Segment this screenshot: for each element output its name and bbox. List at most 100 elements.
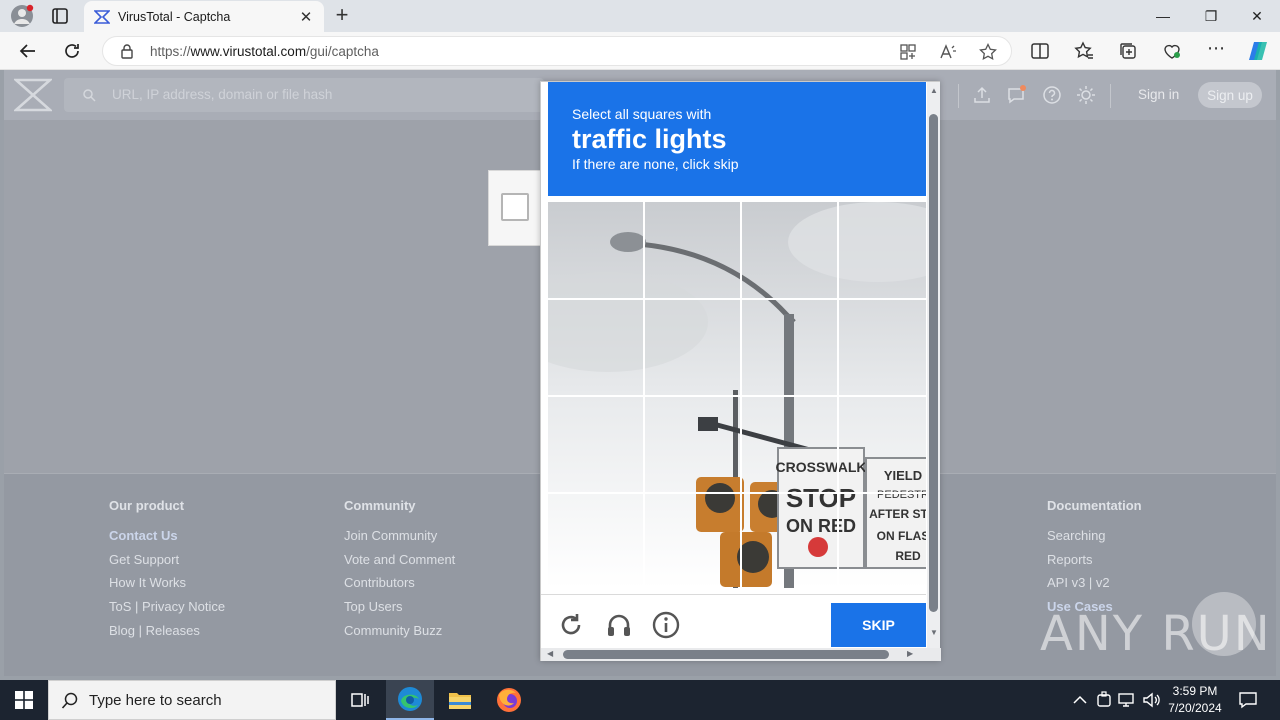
header-divider-2 xyxy=(1110,84,1111,108)
close-tab-icon[interactable]: ✕ xyxy=(298,8,314,26)
taskbar-search-placeholder: Type here to search xyxy=(89,692,222,709)
more-icon[interactable]: ⋯ xyxy=(1206,39,1226,61)
taskbar-firefox[interactable] xyxy=(485,680,533,720)
audio-challenge-icon[interactable] xyxy=(605,611,633,639)
scrollbar-thumb[interactable] xyxy=(563,650,889,659)
browser-essentials-icon[interactable] xyxy=(1162,41,1182,61)
file-explorer-icon xyxy=(449,693,471,709)
footer-heading: Our product xyxy=(109,498,185,513)
split-screen-icon[interactable] xyxy=(1030,41,1050,61)
footer-link-api[interactable]: API v3 | v2 xyxy=(1047,575,1142,599)
theme-icon[interactable] xyxy=(1076,85,1096,105)
sign-text: AFTER STO xyxy=(869,507,926,521)
footer-link-contact-us[interactable]: Contact Us xyxy=(109,528,225,552)
info-icon[interactable] xyxy=(652,611,680,639)
windows-taskbar: Type here to search 3:59 PM 7/20/2024 xyxy=(0,680,1280,720)
footer-heading: Community xyxy=(344,498,416,513)
footer-link-how-it-works[interactable]: How It Works xyxy=(109,575,225,599)
captcha-instructions: Select all squares with traffic lights I… xyxy=(548,82,926,196)
url-text: https://www.virustotal.com/gui/captcha xyxy=(150,44,379,59)
footer-link-tos-privacy[interactable]: ToS | Privacy Notice xyxy=(109,599,225,623)
notifications-icon[interactable] xyxy=(1238,690,1258,710)
footer-link-reports[interactable]: Reports xyxy=(1047,552,1142,576)
task-view-button[interactable] xyxy=(336,680,384,720)
profile-icon[interactable] xyxy=(10,4,34,28)
footer-link-searching[interactable]: Searching xyxy=(1047,528,1142,552)
taskbar-clock[interactable]: 3:59 PM 7/20/2024 xyxy=(1158,683,1232,717)
clock-time: 3:59 PM xyxy=(1172,684,1218,698)
vertical-scrollbar[interactable]: ▲ ▼ xyxy=(927,82,940,648)
browser-titlebar: VirusTotal - Captcha ✕ + — ❐ ✕ xyxy=(0,0,1280,32)
clock-date: 7/20/2024 xyxy=(1168,701,1222,715)
taskbar-edge[interactable] xyxy=(386,680,434,720)
captcha-image-grid[interactable]: CROSSWALK STOP ON RED YIELD PEDESTR AFTE… xyxy=(548,202,926,588)
tab-title: VirusTotal - Captcha xyxy=(118,9,231,24)
address-bar[interactable]: https://www.virustotal.com/gui/captcha xyxy=(102,36,1012,66)
back-icon xyxy=(19,44,35,58)
firefox-icon xyxy=(497,688,521,712)
active-tab[interactable]: VirusTotal - Captcha ✕ xyxy=(84,1,324,32)
target-object: traffic lights xyxy=(572,124,727,154)
virustotal-logo[interactable] xyxy=(14,78,52,112)
sign-text: YIELD xyxy=(884,468,922,483)
read-aloud-icon[interactable] xyxy=(939,43,957,61)
scroll-right-arrow[interactable]: ▶ xyxy=(907,649,913,658)
scroll-left-arrow[interactable]: ◀ xyxy=(547,649,553,658)
chevron-up-icon[interactable] xyxy=(1070,690,1090,710)
sign-text: ON RED xyxy=(786,516,856,536)
favorites-icon[interactable] xyxy=(1074,41,1094,61)
header-divider xyxy=(958,84,959,108)
footer-link-top-users[interactable]: Top Users xyxy=(344,599,455,623)
network-icon[interactable] xyxy=(1117,690,1137,710)
close-window-button[interactable]: ✕ xyxy=(1234,0,1280,32)
instruction-hint: If there are none, click skip xyxy=(572,156,739,172)
horizontal-scrollbar[interactable]: ◀ ▶ xyxy=(541,648,941,661)
security-icon[interactable] xyxy=(1094,690,1114,710)
scroll-down-arrow[interactable]: ▼ xyxy=(930,628,938,637)
favorite-icon[interactable] xyxy=(979,43,997,61)
skip-button[interactable]: SKIP xyxy=(831,603,926,647)
upload-icon[interactable] xyxy=(972,85,992,105)
tab-actions-icon[interactable] xyxy=(50,6,70,26)
chat-icon[interactable] xyxy=(1006,85,1026,105)
sign-in-link[interactable]: Sign in xyxy=(1138,87,1179,102)
refresh-button[interactable] xyxy=(57,36,87,66)
maximize-button[interactable]: ❐ xyxy=(1188,0,1234,32)
sign-up-button[interactable]: Sign up xyxy=(1198,82,1262,108)
recaptcha-checkbox[interactable] xyxy=(501,193,529,221)
footer-link-vote-comment[interactable]: Vote and Comment xyxy=(344,552,455,576)
vt-search-field[interactable]: URL, IP address, domain or file hash xyxy=(64,78,544,112)
footer-link-community-buzz[interactable]: Community Buzz xyxy=(344,623,455,647)
reload-challenge-icon[interactable] xyxy=(557,611,585,639)
help-icon[interactable] xyxy=(1042,85,1062,105)
recaptcha-checkbox-widget xyxy=(488,170,544,246)
footer-link-get-support[interactable]: Get Support xyxy=(109,552,225,576)
virustotal-favicon xyxy=(94,9,110,24)
footer-column-product: Our product Contact Us Get Support How I… xyxy=(109,498,225,646)
minimize-button[interactable]: — xyxy=(1140,0,1186,32)
footer-link-blog-releases[interactable]: Blog | Releases xyxy=(109,623,225,647)
copilot-icon[interactable] xyxy=(1246,39,1270,63)
new-tab-button[interactable]: + xyxy=(332,4,352,28)
task-view-icon xyxy=(351,693,369,707)
vt-search-placeholder: URL, IP address, domain or file hash xyxy=(112,87,333,102)
footer-link-contributors[interactable]: Contributors xyxy=(344,575,455,599)
start-button[interactable] xyxy=(0,680,48,720)
apps-icon[interactable] xyxy=(899,43,917,61)
taskbar-file-explorer[interactable] xyxy=(436,680,484,720)
collections-icon[interactable] xyxy=(1118,41,1138,61)
watermark-badge xyxy=(1192,592,1256,656)
lock-icon[interactable] xyxy=(119,43,135,59)
windows-start-icon xyxy=(15,691,33,709)
refresh-icon xyxy=(65,44,79,58)
footer-link-join-community[interactable]: Join Community xyxy=(344,528,455,552)
scroll-up-arrow[interactable]: ▲ xyxy=(930,86,938,95)
footer-heading: Documentation xyxy=(1047,498,1142,513)
back-button[interactable] xyxy=(13,36,43,66)
search-icon xyxy=(83,89,96,102)
taskbar-search[interactable]: Type here to search xyxy=(48,680,336,720)
sign-text: STOP xyxy=(786,483,856,513)
scrollbar-thumb[interactable] xyxy=(929,114,938,612)
footer-column-community: Community Join Community Vote and Commen… xyxy=(344,498,455,646)
search-icon xyxy=(61,692,78,709)
